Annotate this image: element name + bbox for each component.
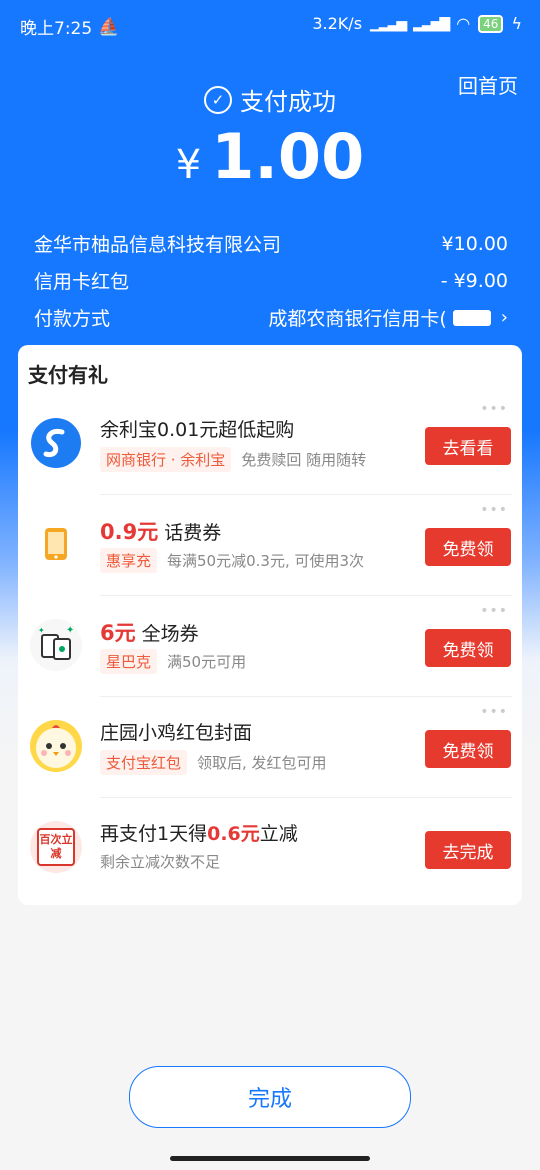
status-left: 晚上7:25 ⛵ [20, 14, 120, 40]
more-icon[interactable]: ••• [480, 502, 508, 518]
gift-item-desc: 剩余立减次数不足 [100, 853, 221, 871]
divider [100, 595, 512, 596]
gift-item-desc: 每满50元减0.3元, 可使用3次 [167, 552, 365, 570]
masked-card-number [452, 309, 491, 326]
payment-amount: ¥ 1.00 [0, 120, 540, 193]
discount-icon: 百次立减 [30, 821, 82, 873]
detail-row-payment-method[interactable]: 付款方式 成都农商银行信用卡( › [34, 299, 508, 336]
divider [100, 696, 512, 697]
gift-item[interactable]: ••• 余利宝0.01元超低起购 网商银行 · 余利宝 免费赎回 随用随转 去看… [18, 395, 522, 495]
payment-method-value-wrap[interactable]: 成都农商银行信用卡( › [268, 304, 508, 331]
gift-item-tag: 支付宝红包 [100, 750, 188, 775]
currency-symbol: ¥ [175, 142, 202, 188]
gift-item[interactable]: 百次立减 再支付1天得0.6元立减 剩余立减次数不足 去完成 [18, 799, 522, 899]
claim-button[interactable]: 免费领 [425, 730, 511, 768]
status-right: 3.2K/s ▁▂▃▅ ▂▃▅▇ ◠ 46 ϟ [312, 14, 522, 33]
gift-card: 支付有礼 ••• 余利宝0.01元超低起购 网商银行 · 余利宝 免费赎回 随用… [18, 345, 522, 905]
gift-card-title: 支付有礼 [28, 363, 108, 387]
svg-text:✦: ✦ [66, 625, 74, 636]
redpacket-label: 信用卡红包 [34, 271, 130, 293]
gift-item-desc: 免费赎回 随用随转 [241, 451, 367, 469]
gift-item-sub: 惠享充 每满50元减0.3元, 可使用3次 [100, 548, 364, 573]
gift-item-title-text: 话费券 [158, 522, 222, 544]
divider [100, 797, 512, 798]
merchant-name: 金华市柚品信息科技有限公司 [34, 234, 282, 256]
yulibao-icon [30, 417, 82, 469]
more-icon[interactable]: ••• [480, 401, 508, 417]
phone-icon [30, 518, 82, 570]
notification-icon: ⛵ [98, 16, 120, 37]
gift-item-title: 余利宝0.01元超低起购 [100, 415, 294, 442]
charging-icon: ϟ [511, 14, 522, 33]
home-indicator[interactable] [170, 1156, 370, 1161]
gift-item[interactable]: ••• ✦ ✦ 6元 全场券 星巴克 满50元可用 免费领 [18, 597, 522, 697]
gift-item[interactable]: ••• 0.9元 话费券 惠享充 每满50元减0.3元, 可使用3次 免费领 [18, 496, 522, 596]
done-button[interactable]: 完成 [129, 1066, 411, 1128]
wifi-icon: ◠ [456, 14, 471, 33]
payment-details: 金华市柚品信息科技有限公司 ¥10.00 信用卡红包 - ¥9.00 付款方式 … [34, 225, 508, 336]
signal-hd-icon: ▂▃▅▇ [413, 15, 450, 32]
gift-item-title-pre: 再支付1天得 [100, 823, 208, 845]
payment-method-value: 成都农商银行信用卡( [268, 308, 447, 330]
redpacket-amount: - ¥9.00 [440, 269, 508, 292]
gift-item-highlight: 0.9元 [100, 520, 159, 544]
gift-item-sub: 剩余立减次数不足 [100, 851, 220, 872]
claim-button[interactable]: 免费领 [425, 629, 511, 667]
coffee-icon: ✦ ✦ [30, 619, 82, 671]
chicken-icon [30, 720, 82, 772]
battery-icon: 46 [478, 14, 504, 33]
gift-item-title-text: 余利宝0.01元超低起购 [100, 419, 295, 441]
gift-item-sub: 网商银行 · 余利宝 免费赎回 随用随转 [100, 447, 366, 472]
gift-item-highlight: 6元 [100, 621, 136, 645]
gift-item-desc: 满50元可用 [167, 653, 247, 671]
gift-item-title: 再支付1天得0.6元立减 [100, 819, 298, 846]
discount-icon-text: 百次立减 [37, 828, 75, 866]
gift-item-title: 庄园小鸡红包封面 [100, 718, 252, 745]
claim-button[interactable]: 免费领 [425, 528, 511, 566]
payment-status-text: 支付成功 [240, 88, 336, 116]
merchant-amount: ¥10.00 [441, 232, 508, 255]
clock: 晚上7:25 [20, 19, 93, 39]
svg-text:✦: ✦ [38, 626, 45, 635]
detail-row-merchant: 金华市柚品信息科技有限公司 ¥10.00 [34, 225, 508, 262]
signal-icon: ▁▂▃▅ [370, 15, 407, 32]
divider [100, 494, 512, 495]
gift-item-sub: 支付宝红包 领取后, 发红包可用 [100, 750, 327, 775]
gift-item-title-text: 全场券 [135, 623, 199, 645]
detail-row-redpacket: 信用卡红包 - ¥9.00 [34, 262, 508, 299]
check-circle-icon: ✓ [204, 85, 232, 114]
gift-item-sub: 星巴克 满50元可用 [100, 649, 246, 674]
chevron-right-icon: › [500, 307, 508, 328]
gift-item-highlight: 0.6元 [207, 823, 260, 845]
amount-value: 1.00 [211, 120, 365, 193]
status-bar: 晚上7:25 ⛵ 3.2K/s ▁▂▃▅ ▂▃▅▇ ◠ 46 ϟ [0, 0, 540, 50]
payment-status: ✓ 支付成功 [0, 82, 540, 117]
gift-item-title-text: 立减 [259, 823, 298, 845]
gift-item-title: 0.9元 话费券 [100, 516, 221, 546]
gift-item[interactable]: ••• 庄园小鸡红包封面 支付宝红包 领取后, 发红包可用 免费领 [18, 698, 522, 798]
more-icon[interactable]: ••• [480, 603, 508, 619]
payment-method-label: 付款方式 [34, 308, 111, 330]
gift-item-title: 6元 全场券 [100, 617, 199, 647]
gift-item-title-text: 庄园小鸡红包封面 [100, 722, 253, 744]
gift-item-tag: 网商银行 · 余利宝 [100, 447, 232, 472]
complete-task-button[interactable]: 去完成 [425, 831, 511, 869]
gift-item-desc: 领取后, 发红包可用 [197, 754, 327, 772]
gift-item-tag: 惠享充 [100, 548, 158, 573]
view-button[interactable]: 去看看 [425, 427, 511, 465]
more-icon[interactable]: ••• [480, 704, 508, 720]
network-speed: 3.2K/s [312, 14, 363, 33]
gift-item-tag: 星巴克 [100, 649, 158, 674]
